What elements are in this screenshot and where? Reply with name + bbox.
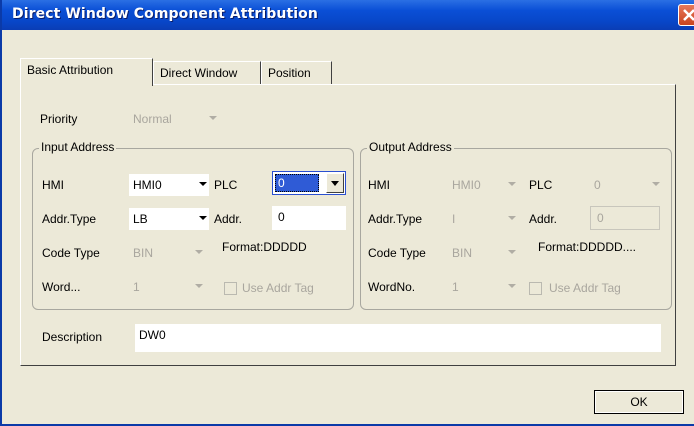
output-plc-label: PLC bbox=[529, 178, 553, 192]
chevron-down-icon bbox=[508, 284, 516, 288]
input-hmi-label: HMI bbox=[42, 178, 64, 192]
output-code-type-select[interactable]: BIN bbox=[448, 242, 518, 264]
dialog-window: Direct Window Component Attribution Basi… bbox=[0, 0, 694, 426]
output-plc-value: 0 bbox=[594, 178, 601, 192]
priority-select[interactable]: Normal bbox=[129, 108, 219, 130]
output-addr-type-label: Addr.Type bbox=[368, 212, 423, 226]
input-word-select[interactable]: 1 bbox=[129, 276, 205, 298]
input-hmi-select[interactable]: HMI0 bbox=[129, 174, 209, 196]
input-address-legend: Input Address bbox=[39, 140, 117, 154]
input-plc-value: 0 bbox=[278, 176, 285, 190]
input-code-type-label: Code Type bbox=[42, 246, 100, 260]
output-addr-type-value: I bbox=[452, 212, 456, 226]
close-icon bbox=[683, 9, 694, 21]
input-hmi-value: HMI0 bbox=[133, 178, 162, 192]
input-plc-label: PLC bbox=[214, 178, 238, 192]
input-plc-select[interactable]: 0 bbox=[272, 171, 346, 195]
output-addr-type-select[interactable]: I bbox=[448, 208, 518, 230]
output-word-select[interactable]: 1 bbox=[448, 276, 518, 298]
input-word-value: 1 bbox=[133, 280, 140, 294]
chevron-down-icon bbox=[652, 182, 660, 186]
tab-basic-attribution[interactable]: Basic Attribution bbox=[20, 58, 153, 86]
chevron-down-icon bbox=[209, 116, 217, 120]
chevron-down-icon bbox=[199, 216, 207, 220]
input-addr-type-value: LB bbox=[133, 212, 148, 226]
input-addr-type-label: Addr.Type bbox=[42, 212, 97, 226]
plc-dropdown-button[interactable] bbox=[326, 173, 344, 193]
input-word-label: Word... bbox=[42, 280, 81, 294]
input-code-type-value: BIN bbox=[133, 246, 154, 260]
output-addr-value: 0 bbox=[597, 211, 604, 225]
priority-label: Priority bbox=[40, 112, 78, 126]
ok-button-label: OK bbox=[630, 395, 648, 409]
output-addr-label: Addr. bbox=[529, 212, 558, 226]
output-address-legend: Output Address bbox=[367, 140, 454, 154]
output-format-text: Format:DDDDD.... bbox=[538, 240, 637, 254]
ok-button[interactable]: OK bbox=[594, 390, 684, 414]
input-code-type-select[interactable]: BIN bbox=[129, 242, 205, 264]
output-code-type-label: Code Type bbox=[368, 246, 426, 260]
description-field[interactable]: DW0 bbox=[135, 324, 661, 352]
input-format-text: Format:DDDDD bbox=[222, 240, 307, 254]
input-addr-value: 0 bbox=[278, 210, 285, 224]
description-label: Description bbox=[42, 330, 103, 344]
output-word-label: WordNo. bbox=[368, 280, 416, 294]
chevron-down-icon bbox=[508, 216, 516, 220]
tab-label: Direct Window bbox=[160, 66, 238, 80]
priority-value: Normal bbox=[133, 112, 172, 126]
output-plc-select[interactable]: 0 bbox=[590, 174, 662, 196]
chevron-down-icon bbox=[331, 181, 339, 186]
tab-label: Basic Attribution bbox=[27, 63, 114, 77]
chevron-down-icon bbox=[195, 284, 203, 288]
output-hmi-label: HMI bbox=[368, 178, 390, 192]
input-use-addr-tag-label: Use Addr Tag bbox=[242, 281, 314, 295]
chevron-down-icon bbox=[508, 250, 516, 254]
tab-label: Position bbox=[268, 66, 311, 80]
input-addr-field[interactable]: 0 bbox=[272, 206, 346, 230]
tab-direct-window[interactable]: Direct Window bbox=[153, 61, 261, 85]
input-use-addr-tag-checkbox[interactable] bbox=[224, 282, 237, 295]
chevron-down-icon bbox=[195, 250, 203, 254]
window-title: Direct Window Component Attribution bbox=[12, 6, 318, 22]
output-hmi-value: HMI0 bbox=[452, 178, 481, 192]
output-use-addr-tag-checkbox[interactable] bbox=[529, 282, 542, 295]
close-button[interactable] bbox=[678, 4, 694, 26]
description-value: DW0 bbox=[139, 328, 166, 342]
output-code-type-value: BIN bbox=[452, 246, 473, 260]
output-word-value: 1 bbox=[452, 280, 459, 294]
tab-position[interactable]: Position bbox=[261, 61, 332, 85]
output-hmi-select[interactable]: HMI0 bbox=[448, 174, 518, 196]
input-addr-type-select[interactable]: LB bbox=[129, 208, 209, 230]
chevron-down-icon bbox=[508, 182, 516, 186]
chevron-down-icon bbox=[199, 182, 207, 186]
input-plc-selected: 0 bbox=[275, 174, 319, 192]
output-addr-field[interactable]: 0 bbox=[590, 206, 660, 230]
input-addr-label: Addr. bbox=[214, 212, 243, 226]
title-bar[interactable]: Direct Window Component Attribution bbox=[2, 0, 694, 30]
output-use-addr-tag-label: Use Addr Tag bbox=[549, 281, 621, 295]
